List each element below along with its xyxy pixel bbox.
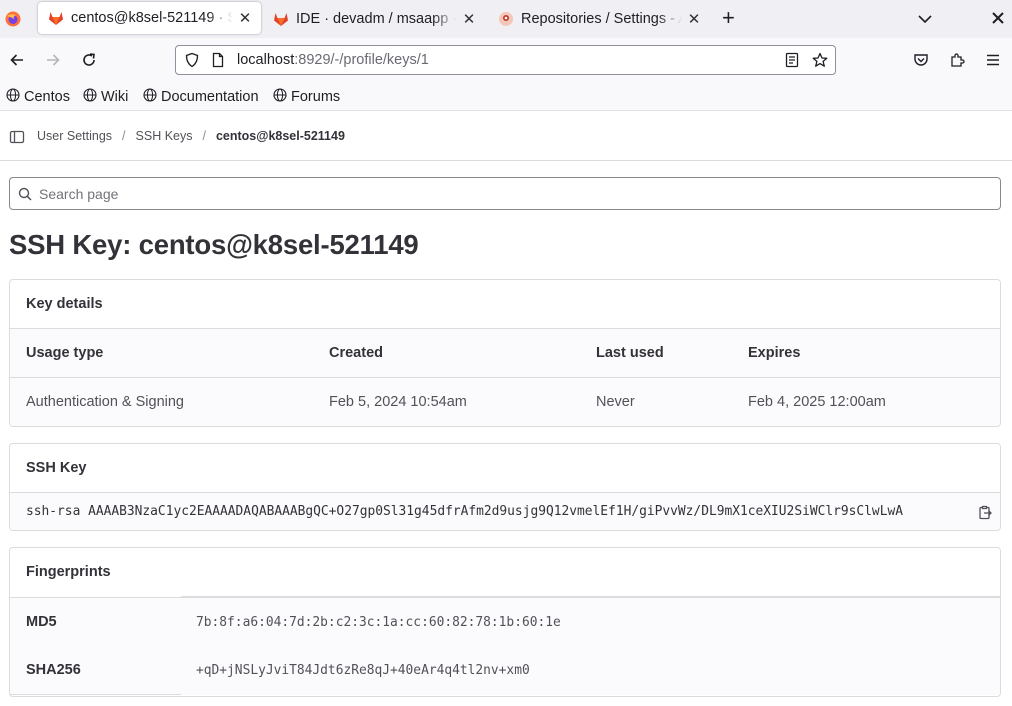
page-icon[interactable] xyxy=(210,52,226,71)
bookmark-label: Documentation xyxy=(161,89,259,105)
reload-icon[interactable] xyxy=(73,44,105,76)
fingerprint-value[interactable]: +qD+jNSLyJviT84Jdt6zRe8qJ+40eAr4q4tl2nv+… xyxy=(196,663,530,678)
breadcrumb-separator: / xyxy=(202,129,206,143)
page-content: User Settings / SSH Keys / centos@k8sel-… xyxy=(0,112,1012,706)
extensions-icon[interactable] xyxy=(941,44,973,76)
breadcrumb-separator: / xyxy=(122,129,126,143)
firefox-icon[interactable] xyxy=(5,11,21,27)
bookmark-centos[interactable]: Centos xyxy=(6,87,70,107)
forward-icon[interactable] xyxy=(37,44,69,76)
bookmark-documentation[interactable]: Documentation xyxy=(143,87,259,107)
bookmark-label: Centos xyxy=(24,89,70,105)
url-host: localhost xyxy=(237,52,295,68)
column-header-last-used: Last used xyxy=(596,345,664,361)
shield-icon[interactable] xyxy=(184,52,200,71)
bookmark-label: Wiki xyxy=(101,89,129,105)
fingerprint-label: MD5 xyxy=(10,598,181,647)
globe-icon xyxy=(83,88,101,106)
ssh-key-heading: SSH Key xyxy=(10,444,1000,493)
url-bar[interactable]: localhost:8929/-/profile/keys/1 xyxy=(175,45,836,75)
url-text[interactable]: localhost:8929/-/profile/keys/1 xyxy=(237,52,429,68)
last-used-value: Never xyxy=(596,394,635,410)
expires-value: Feb 4, 2025 12:00am xyxy=(748,394,886,410)
breadcrumb: User Settings / SSH Keys / centos@k8sel-… xyxy=(37,129,345,143)
fingerprint-row-md5: MD5 7b:8f:a6:04:7d:2b:c2:3c:1a:cc:60:82:… xyxy=(10,597,1000,647)
breadcrumb-bar: User Settings / SSH Keys / centos@k8sel-… xyxy=(0,112,1012,161)
tab-list-chevron-icon[interactable] xyxy=(917,11,933,30)
breadcrumb-ssh-keys[interactable]: SSH Keys xyxy=(136,129,193,143)
tab-close-icon[interactable]: ✕ xyxy=(237,10,253,27)
gitlab-icon xyxy=(273,11,289,27)
copy-icon[interactable] xyxy=(977,504,993,520)
fingerprint-value[interactable]: 7b:8f:a6:04:7d:2b:c2:3c:1a:cc:60:82:78:1… xyxy=(196,615,561,630)
page-title: SSH Key: centos@k8sel-521149 xyxy=(9,229,419,260)
key-details-row: Authentication & Signing Feb 5, 2024 10:… xyxy=(10,378,1000,426)
tab-close-icon[interactable]: ✕ xyxy=(686,11,702,28)
column-header-usage-type: Usage type xyxy=(26,345,104,361)
tab-ssh-keys[interactable]: centos@k8sel-521149 · SSH Keys · User Se… xyxy=(38,2,261,34)
column-header-expires: Expires xyxy=(748,345,801,361)
sidebar-toggle-icon[interactable] xyxy=(9,129,25,145)
fingerprint-row-sha256: SHA256 +qD+jNSLyJviT84Jdt6zRe8qJ+40eAr4q… xyxy=(10,646,1000,695)
url-path: :8929/-/profile/keys/1 xyxy=(294,52,429,68)
ssh-key-value[interactable]: ssh-rsa AAAAB3NzaC1yc2EAAAADAQABAAABgQC+… xyxy=(26,504,969,519)
usage-type-value: Authentication & Signing xyxy=(26,394,184,410)
search-icon xyxy=(18,187,32,201)
tab-close-icon[interactable]: ✕ xyxy=(461,11,477,28)
fingerprint-label: SHA256 xyxy=(10,646,181,695)
tab-title: centos@k8sel-521149 · SSH Keys · User Se… xyxy=(71,10,233,26)
search-input[interactable]: Search page xyxy=(9,177,1001,210)
key-details-header-row: Usage type Created Last used Expires xyxy=(10,329,1000,378)
browser-navigation-bar: localhost:8929/-/profile/keys/1 xyxy=(0,38,1012,82)
tab-ide[interactable]: IDE · devadm / msaapp · GitLab ✕ xyxy=(263,0,485,38)
key-details-heading: Key details xyxy=(10,280,1000,329)
tab-repositories[interactable]: Repositories / Settings - Admin ✕ xyxy=(488,0,710,38)
created-value: Feb 5, 2024 10:54am xyxy=(329,394,467,410)
bookmark-wiki[interactable]: Wiki xyxy=(83,87,128,107)
tab-title: IDE · devadm / msaapp · GitLab xyxy=(296,11,457,27)
globe-icon xyxy=(143,88,161,106)
breadcrumb-user-settings[interactable]: User Settings xyxy=(37,129,112,143)
bookmark-label: Forums xyxy=(291,89,341,105)
ssh-key-card: SSH Key ssh-rsa AAAAB3NzaC1yc2EAAAADAQAB… xyxy=(9,443,1001,531)
window-close-icon[interactable] xyxy=(991,11,1005,28)
pocket-icon[interactable] xyxy=(905,44,937,76)
back-icon[interactable] xyxy=(1,44,33,76)
globe-icon xyxy=(6,88,24,106)
fingerprints-card: Fingerprints MD5 7b:8f:a6:04:7d:2b:c2:3c… xyxy=(9,547,1001,697)
reader-view-icon[interactable] xyxy=(784,52,800,71)
gitea-icon xyxy=(498,11,514,27)
fingerprints-heading: Fingerprints xyxy=(10,548,1000,596)
ssh-key-line: ssh-rsa AAAAB3NzaC1yc2EAAAADAQABAAABgQC+… xyxy=(10,493,1000,530)
key-details-card: Key details Usage type Created Last used… xyxy=(9,279,1001,427)
bookmark-forums[interactable]: Forums xyxy=(273,87,340,107)
search-placeholder: Search page xyxy=(39,185,119,202)
breadcrumb-current[interactable]: centos@k8sel-521149 xyxy=(216,129,345,143)
gitlab-icon xyxy=(48,10,64,26)
bookmarks-toolbar: Centos Wiki Documentation Forums xyxy=(0,82,1012,111)
tab-title: Repositories / Settings - Admin xyxy=(521,11,682,27)
browser-tab-bar: centos@k8sel-521149 · SSH Keys · User Se… xyxy=(0,0,1012,38)
new-tab-button[interactable]: + xyxy=(722,6,735,30)
globe-icon xyxy=(273,88,291,106)
menu-icon[interactable] xyxy=(977,44,1009,76)
column-header-created: Created xyxy=(329,345,383,361)
bookmark-star-icon[interactable] xyxy=(812,52,828,71)
